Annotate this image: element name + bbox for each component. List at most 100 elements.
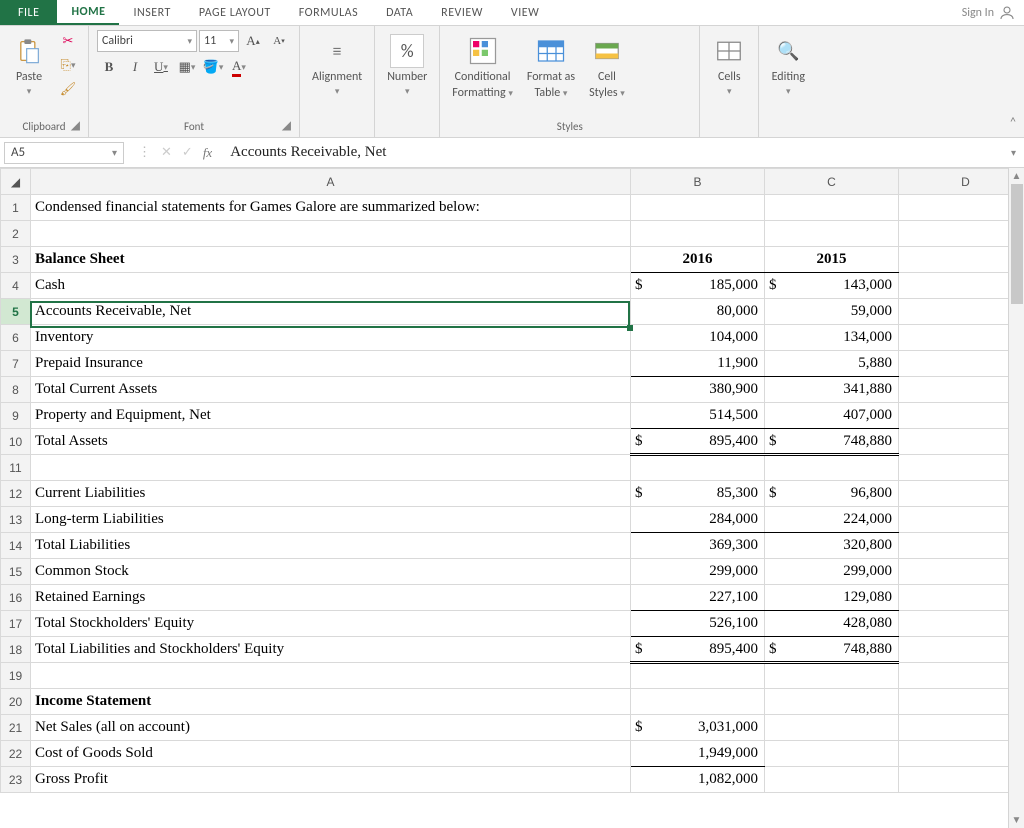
cell[interactable] <box>765 767 899 793</box>
editing-button[interactable]: 🔍 Editing ▾ <box>767 30 809 101</box>
scroll-down-icon[interactable]: ▼ <box>1009 812 1024 828</box>
cell[interactable] <box>765 689 899 715</box>
cell[interactable]: $748,880 <box>765 429 899 455</box>
italic-button[interactable]: I <box>123 56 147 78</box>
cell[interactable]: $3,031,000 <box>631 715 765 741</box>
name-box[interactable]: A5 ▾ <box>4 142 124 164</box>
tab-insert[interactable]: INSERT <box>119 0 184 25</box>
cell[interactable]: Balance Sheet <box>31 247 631 273</box>
bold-button[interactable]: B <box>97 56 121 78</box>
tab-file[interactable]: FILE <box>0 0 57 25</box>
copy-button[interactable]: ⎘ <box>56 54 80 76</box>
cell[interactable]: 129,080 <box>765 585 899 611</box>
sign-in-link[interactable]: Sign In <box>954 4 1024 22</box>
cell[interactable]: $96,800 <box>765 481 899 507</box>
font-launcher-icon[interactable]: ◢ <box>282 118 291 133</box>
cell[interactable]: 320,800 <box>765 533 899 559</box>
increase-font-button[interactable]: A▴ <box>241 30 265 52</box>
cell[interactable] <box>899 533 1024 559</box>
cell[interactable] <box>899 767 1024 793</box>
row-header[interactable]: 22 <box>1 741 31 767</box>
scroll-thumb[interactable] <box>1011 184 1023 304</box>
cell[interactable]: 299,000 <box>631 559 765 585</box>
cell[interactable]: Condensed financial statements for Games… <box>31 195 631 221</box>
vertical-scrollbar[interactable]: ▲ ▼ <box>1008 168 1024 828</box>
cancel-icon[interactable]: ✕ <box>161 145 172 160</box>
cell[interactable]: 407,000 <box>765 403 899 429</box>
row-header[interactable]: 13 <box>1 507 31 533</box>
font-size-select[interactable]: 11▾ <box>199 30 239 52</box>
cell[interactable]: Income Statement <box>31 689 631 715</box>
row-header[interactable]: 11 <box>1 455 31 481</box>
cell-styles-button[interactable]: Cell Styles ▾ <box>585 30 629 104</box>
cell[interactable]: 380,900 <box>631 377 765 403</box>
col-header-b[interactable]: B <box>631 169 765 195</box>
cell[interactable]: 227,100 <box>631 585 765 611</box>
select-all-corner[interactable]: ◢ <box>1 169 31 195</box>
cell[interactable] <box>899 715 1024 741</box>
cell[interactable]: 2016 <box>631 247 765 273</box>
cell[interactable] <box>899 221 1024 247</box>
cell[interactable]: 80,000 <box>631 299 765 325</box>
cell[interactable]: 2015 <box>765 247 899 273</box>
cell[interactable]: $748,880 <box>765 637 899 663</box>
cell[interactable] <box>765 741 899 767</box>
cell[interactable] <box>31 663 631 689</box>
cell[interactable]: 284,000 <box>631 507 765 533</box>
cell[interactable]: 428,080 <box>765 611 899 637</box>
row-header[interactable]: 1 <box>1 195 31 221</box>
cell[interactable] <box>899 559 1024 585</box>
tab-data[interactable]: DATA <box>372 0 427 25</box>
row-header[interactable]: 5 <box>1 299 31 325</box>
cell[interactable]: Property and Equipment, Net <box>31 403 631 429</box>
cell[interactable] <box>899 481 1024 507</box>
cell[interactable]: 59,000 <box>765 299 899 325</box>
font-name-select[interactable]: Calibri▾ <box>97 30 197 52</box>
cell[interactable]: Net Sales (all on account) <box>31 715 631 741</box>
cell[interactable] <box>899 455 1024 481</box>
cell[interactable] <box>899 507 1024 533</box>
cell[interactable]: Current Liabilities <box>31 481 631 507</box>
fill-handle[interactable] <box>627 325 633 331</box>
expand-formula-icon[interactable]: ▾ <box>1003 146 1024 159</box>
cell[interactable] <box>899 429 1024 455</box>
cell[interactable] <box>899 663 1024 689</box>
fx-icon[interactable]: fx <box>203 145 212 161</box>
cell[interactable] <box>899 403 1024 429</box>
cell[interactable] <box>899 585 1024 611</box>
row-header[interactable]: 23 <box>1 767 31 793</box>
cell[interactable] <box>765 663 899 689</box>
row-header[interactable]: 15 <box>1 559 31 585</box>
paste-button[interactable]: Paste ▾ <box>8 30 50 101</box>
cell[interactable] <box>899 247 1024 273</box>
cell[interactable] <box>765 715 899 741</box>
cell[interactable]: 104,000 <box>631 325 765 351</box>
tab-formulas[interactable]: FORMULAS <box>285 0 372 25</box>
row-header[interactable]: 16 <box>1 585 31 611</box>
row-header[interactable]: 10 <box>1 429 31 455</box>
row-header[interactable]: 14 <box>1 533 31 559</box>
row-header[interactable]: 7 <box>1 351 31 377</box>
font-color-button[interactable]: A <box>227 56 251 78</box>
cells-button[interactable]: Cells ▾ <box>708 30 750 101</box>
tab-view[interactable]: VIEW <box>497 0 553 25</box>
cell[interactable]: $185,000 <box>631 273 765 299</box>
alignment-button[interactable]: ≡ Alignment ▾ <box>308 30 366 101</box>
cell[interactable]: 369,300 <box>631 533 765 559</box>
cell[interactable] <box>765 221 899 247</box>
row-header[interactable]: 3 <box>1 247 31 273</box>
cell[interactable] <box>899 325 1024 351</box>
col-header-d[interactable]: D <box>899 169 1024 195</box>
format-painter-button[interactable]: 🖌 <box>56 78 80 100</box>
cell[interactable] <box>899 195 1024 221</box>
tab-review[interactable]: REVIEW <box>427 0 497 25</box>
row-header[interactable]: 4 <box>1 273 31 299</box>
cell[interactable]: 5,880 <box>765 351 899 377</box>
cell[interactable]: 299,000 <box>765 559 899 585</box>
cell[interactable]: Inventory <box>31 325 631 351</box>
cell[interactable] <box>899 689 1024 715</box>
cell[interactable] <box>899 611 1024 637</box>
cell[interactable]: Common Stock <box>31 559 631 585</box>
tab-page-layout[interactable]: PAGE LAYOUT <box>185 0 285 25</box>
cell[interactable] <box>631 221 765 247</box>
